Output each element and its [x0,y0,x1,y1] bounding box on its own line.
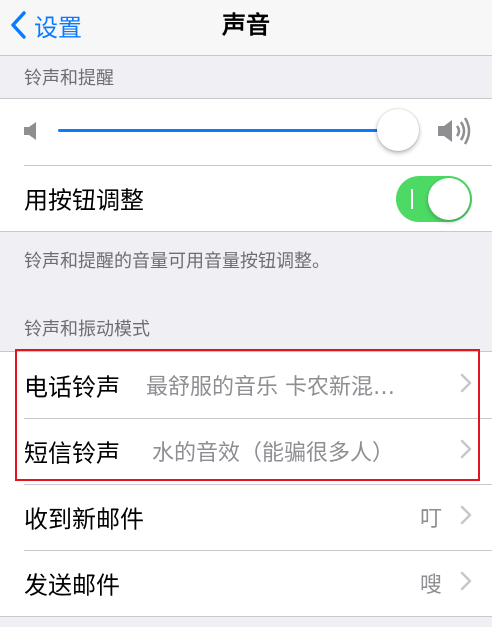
speaker-high-icon [436,115,474,151]
page-title: 声音 [222,11,270,39]
text-tone-value: 水的音效（能骗很多人） [152,441,395,466]
toggle-on-mark [411,189,413,209]
section-header-ringer: 铃声和提醒 [24,68,114,89]
speaker-low-icon [22,119,40,147]
chevron-right-icon [460,373,472,397]
sent-mail-label: 发送邮件 [24,571,120,600]
text-tone-label: 短信铃声 [24,439,120,468]
adjust-with-buttons-toggle[interactable] [396,176,472,222]
chevron-right-icon [460,571,472,595]
text-tone-row[interactable]: 短信铃声 水的音效（能骗很多人） [0,418,492,484]
toggle-knob [428,178,470,220]
ringer-group: 用按钮调整 [0,98,492,232]
volume-slider-thumb[interactable] [377,109,419,151]
ringtone-row[interactable]: 电话铃声 最舒服的音乐 卡农新混… [0,352,492,418]
sounds-group: 电话铃声 最舒服的音乐 卡农新混… 短信铃声 水的音效（能骗很多人） 收到新邮件… [0,351,492,617]
sent-mail-row[interactable]: 发送邮件 嗖 [0,550,492,616]
new-mail-row[interactable]: 收到新邮件 叮 [0,484,492,550]
navigation-bar: 设置 声音 [0,0,492,56]
section-header-vibration: 铃声和振动模式 [24,319,150,340]
volume-slider-track[interactable] [58,129,398,132]
chevron-right-icon [460,439,472,463]
ringtone-label: 电话铃声 [24,373,120,402]
new-mail-value: 叮 [419,507,442,532]
chevron-right-icon [460,505,472,529]
adjust-with-buttons-label: 用按钮调整 [24,186,144,215]
adjust-with-buttons-row: 用按钮调整 [0,165,492,231]
new-mail-label: 收到新邮件 [24,505,144,534]
ringer-footer-note: 铃声和提醒的音量可用音量按钮调整。 [24,251,330,272]
ringtone-value: 最舒服的音乐 卡农新混… [146,375,395,400]
volume-row [0,99,492,165]
sent-mail-value: 嗖 [419,573,442,598]
